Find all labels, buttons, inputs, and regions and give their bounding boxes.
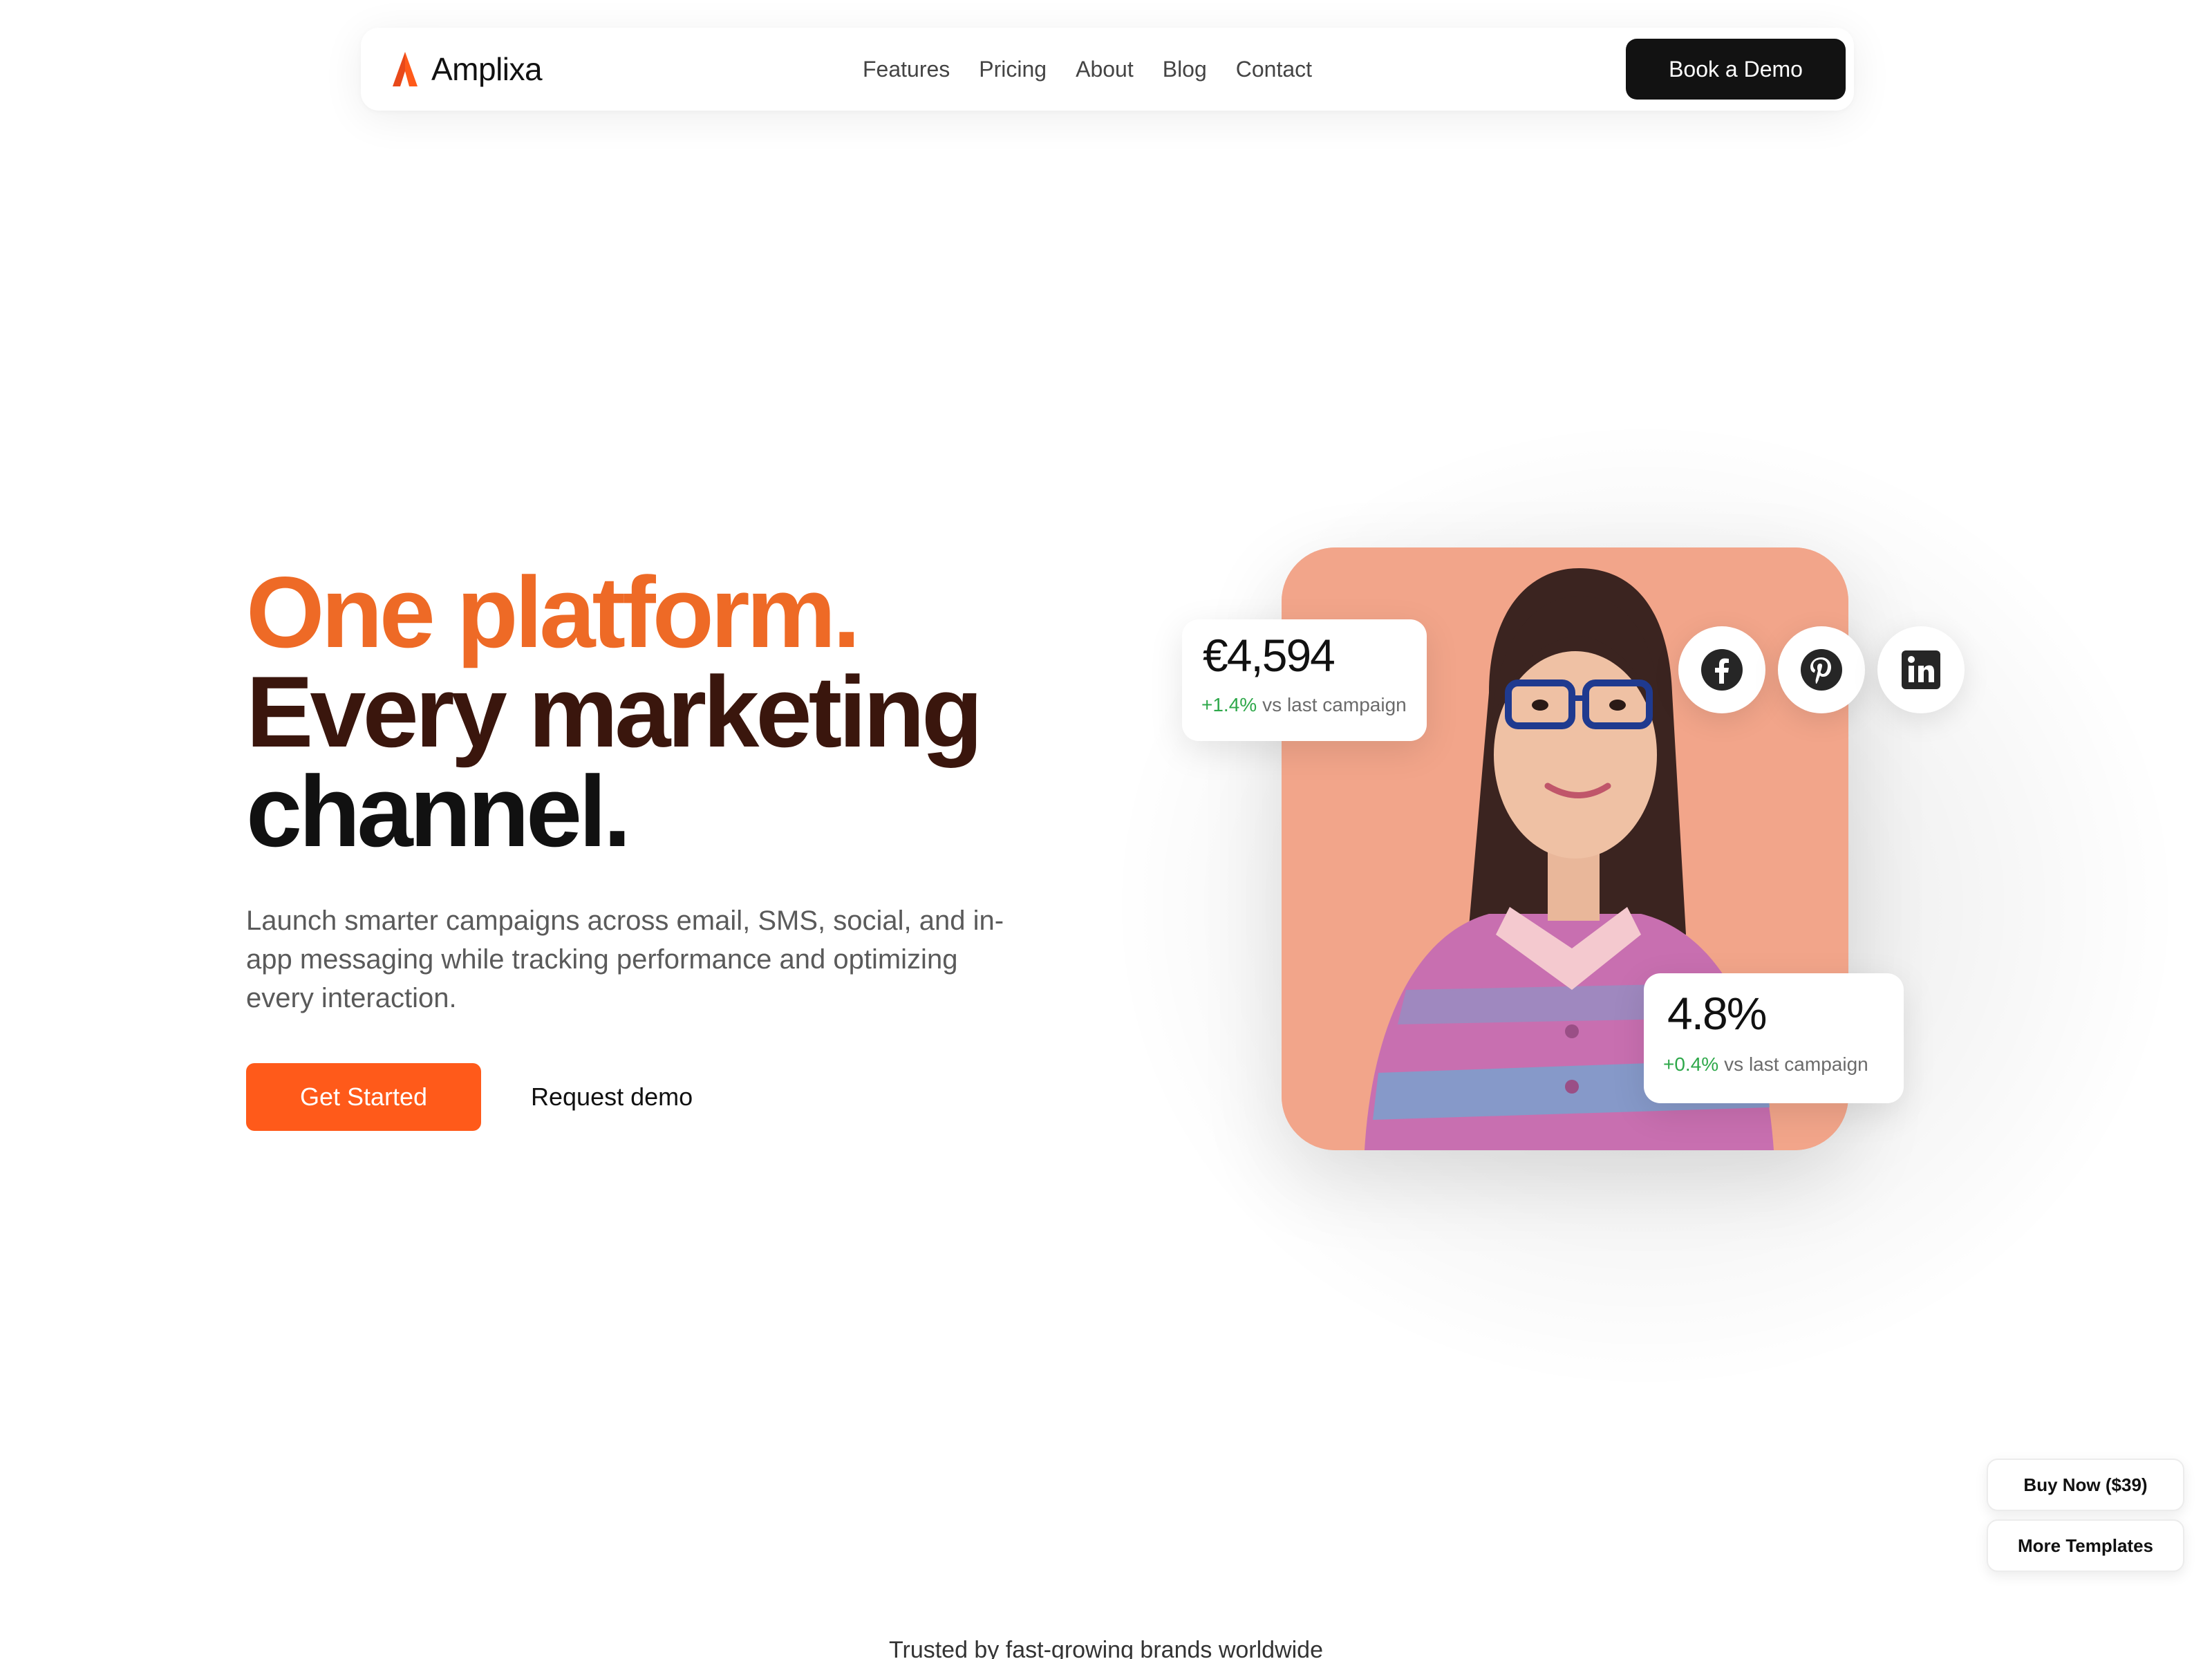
hero-subtext: Launch smarter campaigns across email, S… <box>246 906 1004 1013</box>
conversion-delta: +0.4% <box>1663 1053 1719 1075</box>
nav-link-pricing[interactable]: Pricing <box>979 57 1047 82</box>
headline-line-1: One platform. <box>246 556 861 668</box>
trusted-by-heading: Trusted by fast-growing brands worldwide <box>888 1637 1324 1659</box>
hero-headline: One platform. Every marketing channel. <box>246 556 983 868</box>
linkedin-button[interactable] <box>1877 626 1965 713</box>
book-demo-button[interactable]: Book a Demo <box>1626 39 1846 100</box>
buy-now-button[interactable]: Buy Now ($39) <box>1987 1459 2184 1511</box>
conversion-value: 4.8% <box>1667 988 1767 1039</box>
brand-name: Amplixa <box>431 51 543 87</box>
revenue-delta: +1.4% <box>1201 694 1257 715</box>
pinterest-button[interactable] <box>1778 626 1865 713</box>
nav-link-contact[interactable]: Contact <box>1236 57 1312 82</box>
facebook-button[interactable] <box>1678 626 1765 713</box>
nav-link-features[interactable]: Features <box>863 57 950 82</box>
facebook-icon <box>1701 649 1743 691</box>
conversion-note: +0.4% vs last campaign <box>1663 1053 1868 1076</box>
get-started-button[interactable]: Get Started <box>246 1063 481 1131</box>
more-templates-button[interactable]: More Templates <box>1987 1519 2184 1572</box>
request-demo-link[interactable]: Request demo <box>531 1063 693 1131</box>
brand[interactable]: Amplixa <box>391 48 543 90</box>
conversion-note-label: vs last campaign <box>1724 1053 1868 1075</box>
revenue-value: €4,594 <box>1203 630 1335 681</box>
revenue-note: +1.4% vs last campaign <box>1201 694 1407 716</box>
headline-line-2: Every marketing <box>246 655 983 768</box>
revenue-stat-card: €4,594 +1.4% vs last campaign <box>1182 619 1427 741</box>
top-navbar: Amplixa Features Pricing About Blog Cont… <box>361 28 1854 111</box>
revenue-note-label: vs last campaign <box>1262 694 1407 715</box>
nav-links: Features Pricing About Blog Contact <box>863 28 1312 111</box>
headline-line-3: channel. <box>246 755 631 868</box>
nav-link-about[interactable]: About <box>1076 57 1134 82</box>
amplixa-logo-icon <box>393 52 418 86</box>
pinterest-icon <box>1801 649 1842 691</box>
nav-link-blog[interactable]: Blog <box>1163 57 1207 82</box>
linkedin-icon <box>1902 650 1940 689</box>
landing-page: Amplixa Features Pricing About Blog Cont… <box>0 0 2212 1659</box>
conversion-stat-card: 4.8% +0.4% vs last campaign <box>1644 973 1904 1103</box>
